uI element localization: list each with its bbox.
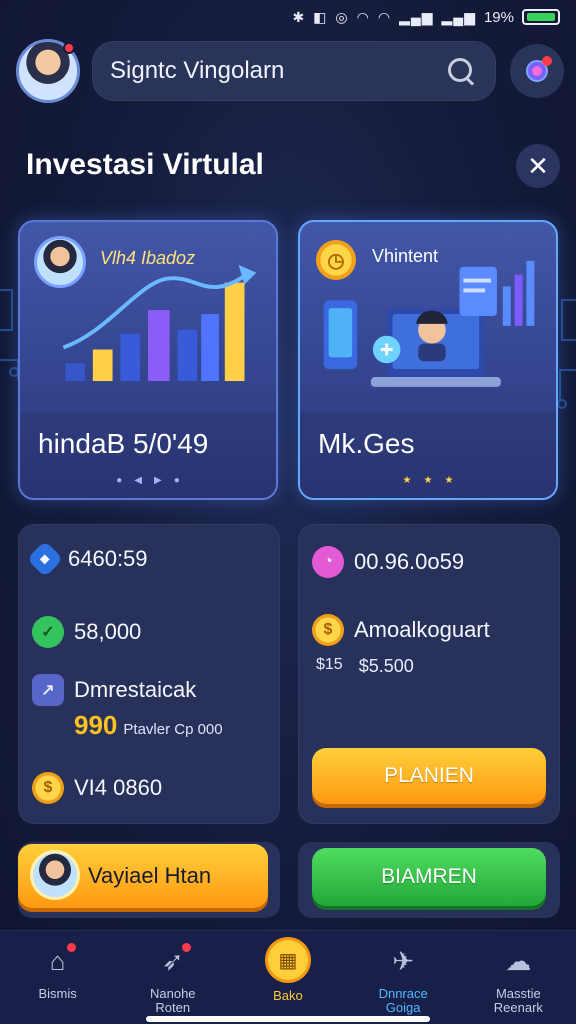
- stat-row: $ VI4 0860: [32, 772, 162, 804]
- timer-coin-icon: ◷: [316, 240, 356, 280]
- stat-highlight: 990: [74, 710, 118, 740]
- stat-row: ✓ 58,000: [32, 616, 141, 648]
- close-icon: ✕: [527, 150, 549, 181]
- stat-value: 6460:59: [68, 546, 148, 571]
- stat-row: $ Amoalkoguart: [312, 614, 490, 646]
- rating-stars: ★ ★ ★: [402, 475, 454, 486]
- status-bar: ✱ ◧ ◎ ◠ ◠ ▂▄▆ ▂▄▆ 19%: [0, 0, 576, 34]
- notification-dot: [63, 42, 75, 54]
- nav-label: Nanohe Roten: [150, 986, 196, 1015]
- bluetooth-icon: ✱: [292, 8, 306, 25]
- stats-panel-left: ◆ 6460:59 ✓ 58,000 ↗ Dmrestaicak 990 Pta…: [18, 524, 280, 824]
- stat-sub-line: 990 Ptavler Cp 000: [74, 710, 223, 741]
- invest-button[interactable]: Vayiael Htan: [18, 844, 268, 908]
- signal-icon: ▂▄▆: [399, 8, 434, 25]
- paper-plane-icon: ✈: [392, 945, 415, 976]
- search-icon[interactable]: [444, 54, 478, 88]
- coin-icon: $: [312, 614, 344, 646]
- home-indicator[interactable]: [146, 1016, 430, 1022]
- feature-tag: Vhintent: [372, 246, 439, 266]
- nav-label: Dnnrace Goiga: [378, 986, 428, 1015]
- check-icon: ✓: [32, 616, 64, 648]
- amounts-line: $15 $5.500: [316, 656, 414, 677]
- stat-value: VI4 0860: [74, 775, 163, 800]
- search-bar[interactable]: Signtc Vingolarn: [92, 41, 496, 101]
- feature-card-growth[interactable]: Vlh4 Ibadoz hindaB 5/0'49 ● ◀ ▶ ●: [18, 220, 278, 500]
- coin-icon: $: [32, 772, 64, 804]
- plan-button[interactable]: PLANIEN: [312, 748, 546, 804]
- calendar-icon: ▦: [264, 937, 311, 983]
- user-avatar: [34, 236, 86, 288]
- carousel-dots: ● ◀ ▶ ●: [116, 475, 180, 486]
- battery-percent: 19%: [483, 8, 514, 26]
- rocket-icon: ➶: [155, 943, 191, 979]
- wifi-icon-2: ◠: [377, 8, 392, 25]
- nav-label: Bako: [273, 988, 303, 1003]
- stat-value: 00.96.0o59: [354, 549, 465, 574]
- chart-icon: ↗: [32, 674, 64, 706]
- profile-avatar[interactable]: [16, 39, 80, 103]
- nav-item-calendar[interactable]: ▦ Bako: [230, 931, 345, 1024]
- feature-value: Mk.Ges: [318, 428, 415, 459]
- invest-button-label: Vayiael Htan: [88, 863, 212, 888]
- home-icon: ⌂: [40, 943, 76, 979]
- stat-label: Amoalkoguart: [354, 617, 490, 642]
- nav-item-home[interactable]: ⌂ Bismis: [0, 931, 115, 1024]
- notification-badge: [542, 56, 552, 66]
- stat-caption: Ptavler Cp 000: [123, 721, 223, 738]
- feature-card-digital[interactable]: ◷ Vhintent Mk.Ges ★ ★ ★: [298, 220, 558, 500]
- green-action-button[interactable]: BIAMREN: [312, 848, 546, 906]
- battery-icon: [522, 9, 560, 25]
- shield-icon: ◆: [26, 540, 64, 578]
- bottom-navigation: ⌂ Bismis ➶ Nanohe Roten ▦ Bako ✈ Dnnrace…: [0, 930, 576, 1024]
- stat-value: 58,000: [74, 619, 142, 644]
- sync-icon: ◎: [335, 8, 349, 25]
- close-button[interactable]: ✕: [516, 144, 560, 188]
- signal-icon-2: ▂▄▆: [441, 8, 476, 25]
- stat-row: ◔ 00.96.0o59: [312, 546, 464, 578]
- user-avatar: [30, 850, 80, 900]
- nfc-icon: ◧: [313, 8, 328, 25]
- amount-main: $5.500: [358, 656, 414, 676]
- stat-row: ◆ 6460:59: [26, 540, 148, 578]
- timer-icon: ◔: [312, 546, 344, 578]
- nav-item-chat[interactable]: ☁ Masstie Reenark: [461, 931, 576, 1024]
- nav-item-rocket[interactable]: ➶ Nanohe Roten: [115, 931, 230, 1024]
- notifications-button[interactable]: [510, 44, 564, 98]
- feature-value: hindaB 5/0'49: [38, 428, 209, 459]
- header: Signtc Vingolarn: [16, 38, 564, 104]
- nav-item-send[interactable]: ✈ Dnnrace Goiga: [346, 931, 461, 1024]
- chat-icon: ☁: [505, 945, 532, 976]
- nav-label: Masstie Reenark: [493, 986, 543, 1015]
- stat-label: Dmrestaicak: [74, 677, 197, 702]
- wifi-icon: ◠: [356, 8, 370, 25]
- feature-tag: Vlh4 Ibadoz: [100, 248, 196, 268]
- stat-row: ↗ Dmrestaicak: [32, 674, 196, 706]
- amount-small: $15: [316, 656, 343, 673]
- page-title: Investasi Virtulal: [26, 148, 264, 181]
- search-text[interactable]: Signtc Vingolarn: [110, 57, 444, 85]
- nav-label: Bismis: [38, 986, 77, 1001]
